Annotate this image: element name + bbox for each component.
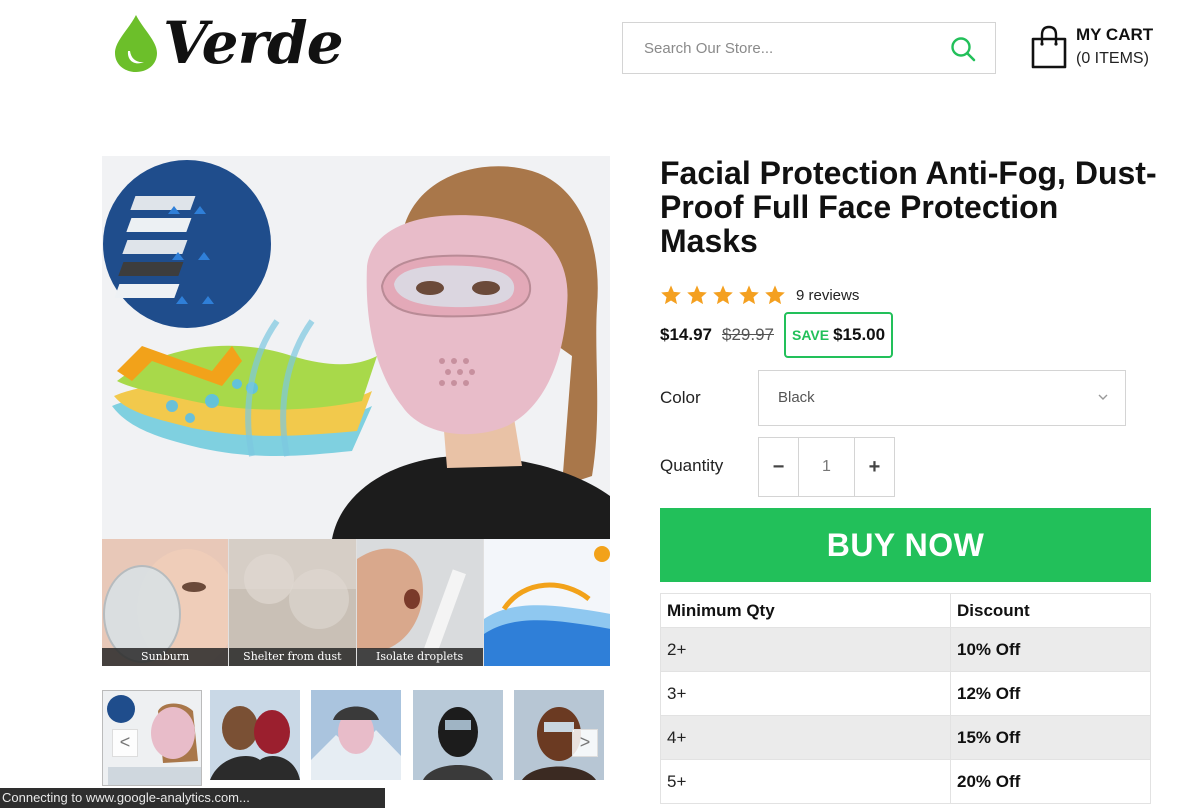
color-select[interactable]: Black [758,370,1126,426]
search-box [622,22,996,74]
rating: 9 reviews [660,284,859,306]
caption-dust: Shelter from dust [229,648,356,666]
feature-sunburn: Sunburn [102,539,230,666]
thumbnail-strip [102,690,610,786]
reviews-link[interactable]: 9 reviews [796,287,859,304]
quantity-plus-button[interactable]: + [855,438,894,496]
quantity-stepper: − + [758,437,895,497]
table-header-discount: Discount [950,593,1151,628]
product-main-image[interactable]: Sunburn Shelter from dust Isolate drople… [102,156,610,666]
table-row: 4+ 15% Off [660,715,1151,760]
logo[interactable]: Verde [113,9,344,77]
star-icon [687,285,707,305]
cold-photo [483,539,610,666]
thumbnail-next-button[interactable]: > [572,729,598,757]
browser-status-bar: Connecting to www.google-analytics.com..… [0,788,385,808]
table-row: 2+ 10% Off [660,627,1151,672]
quantity-input[interactable] [798,438,855,496]
feature-cold [483,539,610,666]
discount-table: Minimum Qty Discount 2+ 10% Off 3+ 12% O… [660,593,1151,804]
star-icon [739,285,759,305]
dust-photo [229,539,356,666]
feature-strip: Sunburn Shelter from dust Isolate drople… [102,539,610,666]
thumbnail-3[interactable] [311,690,411,786]
feature-droplets: Isolate droplets [356,539,484,666]
caption-sunburn: Sunburn [102,648,229,666]
table-header-row: Minimum Qty Discount [660,593,1151,628]
thumbnail-2[interactable] [210,690,310,786]
star-icon [661,285,681,305]
min-qty-cell: 2+ [660,627,951,672]
sale-price: $14.97 [660,325,712,344]
compare-price: $29.97 [722,325,774,344]
thumbnail-2-image [210,690,300,780]
logo-text: Verde [163,9,344,77]
discount-cell: 12% Off [950,671,1151,716]
buy-now-button[interactable]: BUY NOW [660,508,1151,582]
sunburn-photo [102,539,229,666]
save-amount: $15.00 [833,325,886,344]
discount-cell: 15% Off [950,715,1151,760]
discount-cell: 10% Off [950,627,1151,672]
product-photo [102,156,610,539]
leaf-drop-icon [115,15,157,72]
search-icon[interactable] [949,35,977,63]
min-qty-cell: 5+ [660,759,951,804]
price-row: $14.97 $29.97 SAVE $15.00 [660,312,894,358]
thumbnail-5[interactable] [514,690,614,786]
thumbnail-3-image [311,690,401,780]
color-label: Color [660,388,701,407]
color-select-value: Black [778,389,815,406]
shopping-bag-icon [1031,25,1067,69]
save-badge: SAVE $15.00 [784,312,894,358]
chevron-down-icon [1098,394,1108,400]
table-header-min-qty: Minimum Qty [660,593,951,628]
thumbnail-4[interactable] [413,690,513,786]
discount-cell: 20% Off [950,759,1151,804]
droplets-photo [356,539,483,666]
star-icon [713,285,733,305]
table-row: 5+ 20% Off [660,759,1151,804]
feature-dust: Shelter from dust [229,539,357,666]
min-qty-cell: 3+ [660,671,951,716]
cart-button[interactable]: MY CART (0 ITEMS) [1030,22,1153,72]
product-title: Facial Protection Anti-Fog, Dust-Proof F… [660,155,1157,259]
thumbnail-4-image [413,690,503,780]
cart-title: MY CART [1076,25,1154,44]
min-qty-cell: 4+ [660,715,951,760]
table-row: 3+ 12% Off [660,671,1151,716]
thumbnail-prev-button[interactable]: < [112,729,138,757]
caption-droplets: Isolate droplets [356,648,483,666]
star-icon [765,285,785,305]
search-input[interactable] [623,23,933,73]
quantity-minus-button[interactable]: − [759,438,798,496]
quantity-label: Quantity [660,456,724,475]
cart-count: (0 ITEMS) [1076,50,1149,67]
save-label: SAVE [792,327,830,343]
